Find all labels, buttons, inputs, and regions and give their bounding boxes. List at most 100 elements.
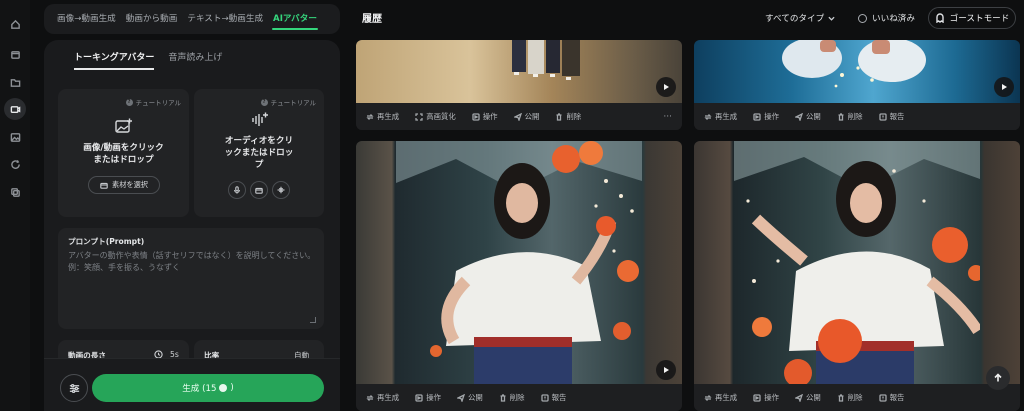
generate-button[interactable]: 生成 (15): [92, 374, 324, 402]
regenerate-button[interactable]: 再生成: [366, 111, 399, 122]
refresh-icon[interactable]: [4, 153, 26, 175]
report-button[interactable]: 報告: [878, 111, 904, 122]
image-card-title-1: 画像/動画をクリック: [83, 143, 164, 153]
trash-icon: [556, 112, 562, 121]
operate-icon: [753, 112, 761, 121]
figure-thumbnail: [782, 40, 926, 88]
regenerate-icon: [366, 394, 374, 401]
tutorial-link[interactable]: ? チュートリアル: [125, 97, 181, 107]
play-icon: [1002, 84, 1007, 90]
trash-icon: [838, 393, 844, 402]
panel-footer: 生成 (15): [44, 358, 340, 411]
question-icon: ?: [260, 98, 268, 106]
operate-button[interactable]: 操作: [472, 111, 498, 122]
microphone-button[interactable]: [228, 181, 246, 199]
regenerate-button[interactable]: 再生成: [366, 392, 399, 403]
delete-button[interactable]: 削除: [499, 392, 525, 403]
upscale-button[interactable]: 高画質化: [415, 111, 456, 122]
play-button[interactable]: [656, 77, 676, 97]
report-button[interactable]: 報告: [540, 392, 566, 403]
audio-library-button[interactable]: [250, 181, 268, 199]
box-icon: [100, 182, 108, 189]
expand-icon: [415, 112, 423, 121]
delete-button[interactable]: 削除: [837, 111, 863, 122]
ghost-icon: [935, 13, 944, 23]
operate-button[interactable]: 操作: [415, 392, 441, 403]
image-add-icon: [115, 118, 132, 133]
play-button[interactable]: [994, 77, 1014, 97]
prompt-input[interactable]: [68, 250, 330, 320]
type-filter-dropdown[interactable]: すべてのタイプ: [765, 12, 835, 24]
tab-video-to-video[interactable]: 動画から動画: [121, 4, 183, 34]
tab-text-to-speech[interactable]: 音声読み上げ: [168, 50, 222, 70]
subtabs: トーキングアバター 音声読み上げ: [74, 50, 222, 70]
report-icon: [878, 393, 887, 402]
home-icon[interactable]: [4, 13, 26, 35]
history-card[interactable]: 再生成 高画質化 操作 公開 削除 ···: [356, 40, 682, 130]
waveform-icon: [277, 186, 285, 194]
audio-card-title-2: ックまたはドロッ: [224, 148, 294, 158]
sliders-icon: [69, 383, 79, 393]
audio-card-title-1: オーディオをクリ: [224, 136, 294, 146]
more-options-button[interactable]: ···: [663, 112, 672, 122]
image-upload-card[interactable]: ? チュートリアル 画像/動画をクリック またはドロップ 素材を選択: [58, 89, 189, 217]
video-avatar-icon[interactable]: [4, 98, 26, 120]
waveform-button[interactable]: [272, 181, 290, 199]
folder-icon[interactable]: [4, 71, 26, 93]
avatar-panel: トーキングアバター 音声読み上げ ? チュートリアル 画像/動画をクリック または…: [44, 40, 340, 411]
tab-text-to-video[interactable]: テキスト→動画生成: [182, 4, 268, 34]
settings-button[interactable]: [60, 374, 88, 402]
report-icon: [878, 112, 887, 121]
send-icon: [456, 393, 465, 402]
play-icon: [664, 84, 669, 90]
tab-ai-avatar[interactable]: AIアバター: [268, 4, 322, 34]
liked-filter[interactable]: いいね済み: [858, 12, 915, 24]
delete-button[interactable]: 削除: [837, 392, 863, 403]
operate-icon: [472, 112, 480, 121]
report-icon: [540, 393, 549, 402]
trash-icon: [838, 112, 844, 121]
left-rail: [0, 0, 30, 411]
delete-button[interactable]: 削除: [555, 111, 581, 122]
operate-button[interactable]: 操作: [753, 392, 779, 403]
image-icon[interactable]: [4, 126, 26, 148]
tab-talking-avatar[interactable]: トーキングアバター: [74, 50, 155, 70]
publish-button[interactable]: 公開: [513, 111, 539, 122]
publish-button[interactable]: 公開: [794, 111, 821, 122]
card-actions: 再生成 操作 公開 削除 報告: [694, 103, 1020, 130]
box-icon: [255, 187, 263, 194]
ghost-mode-button[interactable]: ゴーストモード: [928, 7, 1016, 29]
resize-handle[interactable]: [310, 317, 316, 323]
scroll-to-top-button[interactable]: [986, 366, 1010, 390]
regenerate-button[interactable]: 再生成: [704, 111, 737, 122]
box-icon[interactable]: [4, 43, 26, 65]
video-thumbnail[interactable]: [694, 40, 1020, 103]
audio-upload-card[interactable]: ? チュートリアル オーディオをクリ ックまたはドロッ プ: [194, 89, 324, 217]
liked-radio[interactable]: [858, 13, 867, 23]
report-button[interactable]: 報告: [878, 392, 904, 403]
page-title: 履歴: [362, 14, 382, 25]
operate-icon: [415, 393, 423, 402]
play-button[interactable]: [656, 360, 676, 380]
video-thumbnail[interactable]: [356, 40, 682, 103]
history-card[interactable]: 再生成 操作 公開 削除 報告: [694, 40, 1020, 130]
card-actions: 再生成 操作 公開 削除 報告: [694, 384, 1020, 411]
tutorial-link[interactable]: ? チュートリアル: [260, 97, 316, 107]
select-material-button[interactable]: 素材を選択: [88, 176, 160, 194]
image-card-title-2: またはドロップ: [93, 155, 154, 165]
mode-tabs: 画像→動画生成 動画から動画 テキスト→動画生成 AIアバター: [44, 4, 340, 34]
regenerate-button[interactable]: 再生成: [704, 392, 737, 403]
publish-button[interactable]: 公開: [794, 392, 821, 403]
play-icon: [664, 367, 669, 373]
video-thumbnail[interactable]: [356, 141, 682, 384]
history-card[interactable]: 再生成 操作 公開 削除 報告: [356, 141, 682, 411]
regenerate-icon: [704, 394, 712, 401]
publish-button[interactable]: 公開: [456, 392, 483, 403]
layers-icon[interactable]: [4, 181, 26, 203]
video-thumbnail[interactable]: [694, 141, 1020, 384]
tab-image-to-video[interactable]: 画像→動画生成: [52, 4, 121, 34]
operate-button[interactable]: 操作: [753, 111, 779, 122]
girl-with-flowers-thumbnail: [396, 141, 642, 384]
prompt-label: プロンプト(Prompt): [68, 237, 145, 246]
history-card[interactable]: 再生成 操作 公開 削除 報告: [694, 141, 1020, 411]
